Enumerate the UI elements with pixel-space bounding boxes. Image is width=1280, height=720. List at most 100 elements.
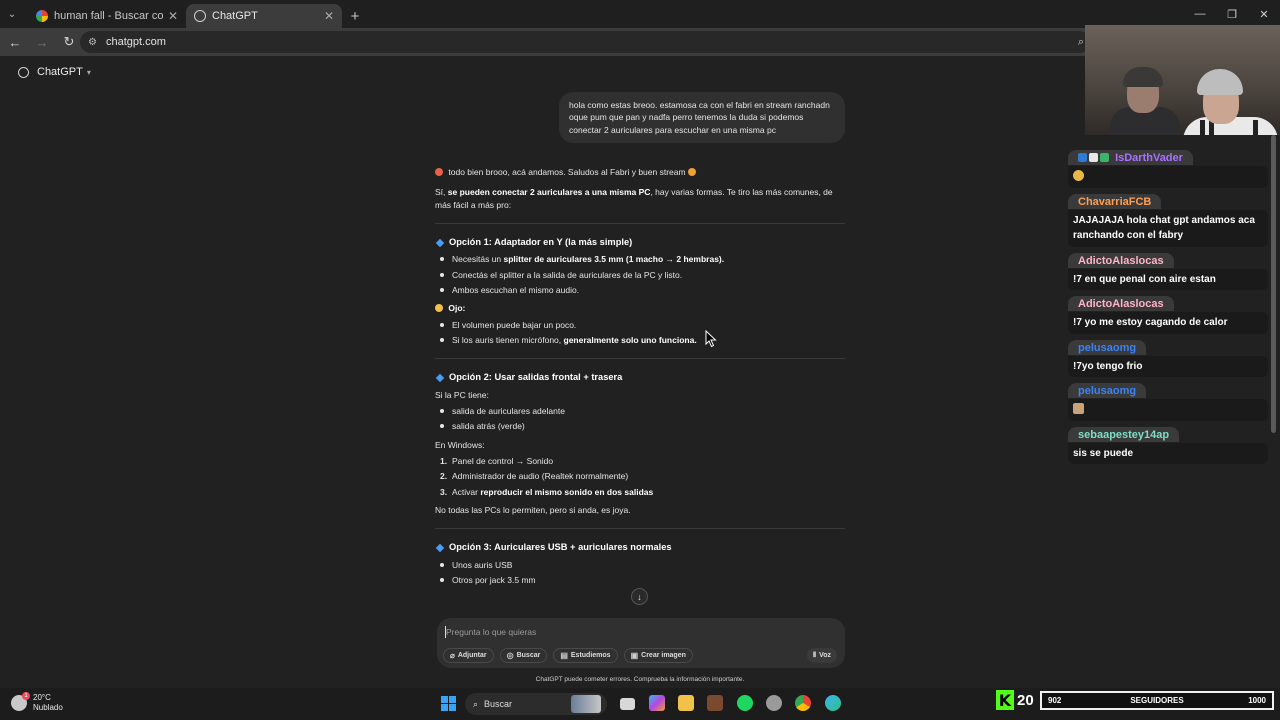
search-label: Buscar (516, 652, 541, 659)
chat-username: sebaapestey14ap (1068, 426, 1180, 442)
weather-widget[interactable]: 20°C Nublado (11, 692, 63, 714)
tab-google-search[interactable]: human fall - Buscar con Google ✕ (28, 4, 186, 28)
file-explorer-icon[interactable] (678, 695, 694, 711)
weather-text: 20°C Nublado (33, 693, 63, 714)
globe-icon: ◎ (506, 651, 514, 660)
step-number: 3. (440, 486, 448, 497)
composer[interactable]: Pregunta lo que quieras ⌀ Adjuntar ◎ Busca… (437, 618, 845, 668)
new-tab-button[interactable]: + (342, 4, 368, 28)
option2-title-text: Opción 2: Usar salidas frontal + trasera (449, 372, 623, 383)
taskbar-search[interactable]: ⌕ Buscar (465, 693, 607, 715)
blue-diamond-icon (435, 373, 445, 383)
item-prefix: Necesitás un (452, 254, 504, 265)
copilot-icon[interactable] (649, 695, 665, 711)
url-text: chatgpt.com (105, 36, 166, 48)
attach-button[interactable]: ⌀ Adjuntar (443, 648, 494, 663)
tab-search-button[interactable]: ⌄ (0, 0, 24, 28)
if-pc-text: Si la PC tiene: (435, 389, 489, 400)
chat-text: !7yo tengo frio (1068, 355, 1268, 377)
study-button[interactable]: ▤ Estudiemos (553, 648, 618, 663)
item-bold: splitter de auriculares 3.5 mm (1 macho … (503, 254, 725, 265)
windows-start-icon[interactable] (441, 696, 456, 711)
chat-username: pelusaomg (1068, 383, 1147, 398)
restore-icon[interactable]: ❐ (1216, 0, 1248, 28)
list-item: Necesitás un splitter de auriculares 3.5… (435, 253, 845, 265)
badge-icon (1078, 153, 1087, 162)
scroll-to-bottom-button[interactable]: ↓ (631, 588, 648, 605)
reload-icon[interactable]: ↻ (57, 30, 81, 54)
steam-icon[interactable] (766, 695, 782, 711)
forward-arrow-icon[interactable]: → (30, 30, 54, 54)
greeting-paragraph: todo bien brooo, acá andamos. Saludos al… (435, 166, 845, 178)
emote-icon (1073, 170, 1084, 181)
task-view-icon[interactable] (620, 698, 635, 710)
study-label: Estudiemos (570, 652, 611, 659)
tab-close-icon[interactable]: ✕ (168, 9, 178, 23)
step-number: 1. (440, 456, 448, 466)
chat-text (1068, 166, 1268, 188)
edge-icon[interactable] (825, 695, 841, 711)
address-bar[interactable]: ⚙ chatgpt.com ⌕ (80, 31, 1090, 53)
kick-logo-icon: K (996, 690, 1014, 710)
create-image-label: Crear imagen (641, 652, 686, 659)
divider (435, 358, 845, 360)
voice-label: Voz (819, 652, 831, 659)
minimize-icon[interactable]: — (1184, 0, 1216, 28)
chat-message: AdictoAlaslocas !7 yo me estoy cagando d… (1068, 294, 1268, 334)
step-item: 1. Panel de control → Sonido (435, 455, 845, 467)
intro-paragraph: Sí, se pueden conectar 2 auriculares a u… (435, 186, 845, 211)
ojo-list: El volumen puede bajar un poco. Si los a… (435, 319, 845, 347)
option3-title: Opción 3: Auriculares USB + auriculares … (435, 541, 845, 554)
search-button[interactable]: ◎ Buscar (499, 648, 548, 663)
chat-message: ChavarriaFCB JAJAJAJA hola chat gpt anda… (1068, 192, 1268, 247)
username-text: IsDarthVader (1115, 152, 1183, 164)
option1-title-text: Opción 1: Adaptador en Y (la más simple) (449, 236, 633, 247)
browser-tab-bar: ⌄ human fall - Buscar con Google ✕ ChatG… (0, 0, 1280, 28)
back-arrow-icon[interactable]: ← (3, 30, 27, 54)
window-controls: — ❐ ✕ (1184, 0, 1280, 28)
tab-close-icon[interactable]: ✕ (324, 9, 334, 23)
chat-message: pelusaomg (1068, 381, 1268, 421)
close-window-icon[interactable]: ✕ (1248, 0, 1280, 28)
blue-diamond-icon (435, 238, 445, 247)
openai-logo-icon (18, 66, 29, 78)
list-item: Si los auris tienen micrófono, generalme… (435, 334, 845, 346)
badge-icon (1089, 153, 1098, 162)
en-windows-text: En Windows: (435, 439, 485, 450)
attach-label: Adjuntar (457, 652, 487, 659)
spotify-icon[interactable] (737, 695, 753, 711)
list-item: El volumen puede bajar un poco. (435, 319, 845, 331)
zoom-icon[interactable]: ⌕ (1078, 36, 1084, 49)
list-item: Unos auris USB (435, 559, 845, 571)
option2-note: No todas las PCs lo permiten, pero si an… (435, 504, 631, 515)
greeting-text: todo bien brooo, acá andamos. Saludos al… (448, 167, 686, 177)
followers-label: SEGUIDORES (1130, 696, 1184, 705)
step-number: 2. (440, 471, 448, 482)
chat-message: AdictoAlaslocas !7 en que penal con aire… (1068, 251, 1268, 290)
weather-condition: Nublado (33, 703, 63, 713)
chat-text: !7 yo me estoy cagando de calor (1068, 312, 1268, 334)
step-item: 3. Activar reproducir el mismo sonido en … (435, 486, 845, 498)
follower-goal-bar: 902 SEGUIDORES 1000 (1040, 691, 1274, 710)
voice-button[interactable]: ⦀ Voz (806, 648, 837, 663)
cloud-icon (11, 692, 30, 712)
site-info-icon[interactable]: ⚙ (88, 37, 97, 48)
game-app-icon[interactable] (707, 695, 723, 711)
option3-list: Unos auris USB Otros por jack 3.5 mm (435, 559, 845, 587)
tab-chatgpt[interactable]: ChatGPT ✕ (186, 4, 342, 28)
chrome-icon[interactable] (795, 695, 811, 711)
chat-text: !7 en que penal con aire estan (1068, 268, 1268, 290)
kick-number: 20 (1017, 691, 1034, 709)
page-scrollbar[interactable] (1271, 135, 1276, 433)
chat-message: pelusaomg !7yo tengo frio (1068, 338, 1268, 377)
chat-text: sis se puede (1068, 442, 1268, 464)
book-icon: ▤ (560, 651, 568, 660)
chat-username: ChavarriaFCB (1068, 193, 1162, 209)
composer-tools: ⌀ Adjuntar ◎ Buscar ▤ Estudiemos ▣ Crear ima… (443, 648, 693, 663)
chat-text: JAJAJAJA hola chat gpt andamos aca ranch… (1068, 209, 1268, 247)
model-selector[interactable]: ChatGPT ▾ (18, 66, 91, 78)
taskbar-search-label: Buscar (484, 699, 513, 709)
blue-diamond-icon (435, 543, 445, 553)
create-image-button[interactable]: ▣ Crear imagen (623, 648, 693, 663)
prompt-input[interactable]: Pregunta lo que quieras (446, 627, 536, 637)
